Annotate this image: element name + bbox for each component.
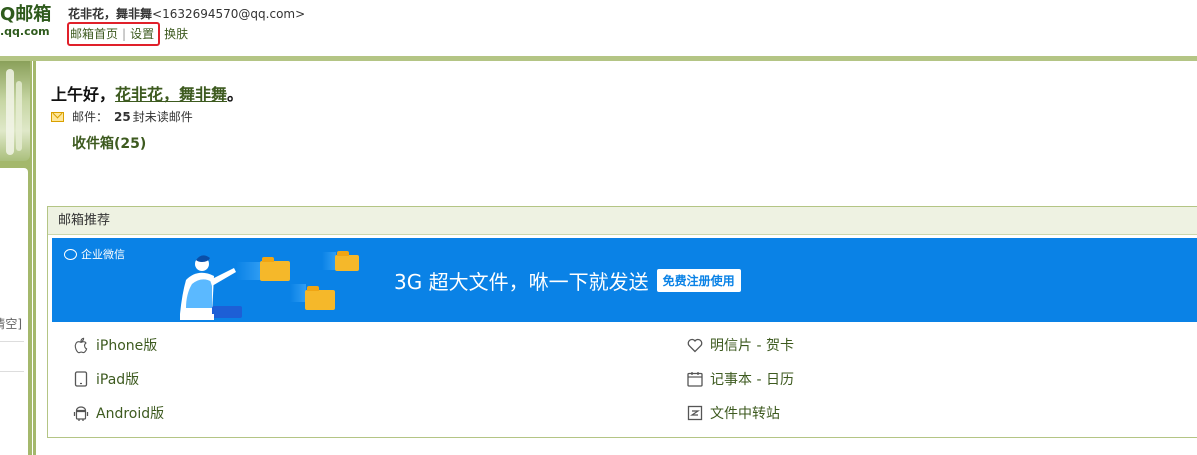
folder-icon xyxy=(335,251,359,271)
sidebar-panel: 清空] xyxy=(0,168,28,455)
iphone-label: iPhone版 xyxy=(96,338,158,354)
mail-page: Q邮箱 .qq.com 花非花，舞非舞<1632694570@qq.com> 邮… xyxy=(0,0,1197,455)
qq-mail-logo[interactable]: Q邮箱 .qq.com xyxy=(0,4,52,38)
person-illustration xyxy=(180,255,242,320)
mailbox-home-link[interactable]: 邮箱首页 xyxy=(70,27,118,41)
iphone-version-link[interactable]: iPhone版 xyxy=(72,333,157,357)
motion-trail xyxy=(290,284,306,302)
banner-headline: 3G 超大文件，咻一下就发送 免费注册使用 xyxy=(394,266,741,295)
ipad-label: iPad版 xyxy=(96,372,140,388)
sidebar-divider xyxy=(0,371,24,372)
apple-icon xyxy=(72,336,90,354)
chat-bubble-icon xyxy=(64,248,77,260)
recommend-title: 邮箱推荐 xyxy=(48,207,1197,235)
banner-headline-text: 3G 超大文件，咻一下就发送 xyxy=(394,270,649,294)
ipad-version-link[interactable]: iPad版 xyxy=(72,367,139,391)
file-transfer-icon xyxy=(686,404,704,422)
folder-icon xyxy=(305,286,335,310)
logo-domain: .qq.com xyxy=(0,25,50,38)
file-transfer-label: 文件中转站 xyxy=(710,406,780,422)
left-sidebar: 清空] xyxy=(0,61,32,455)
settings-link[interactable]: 设置 xyxy=(130,27,154,41)
recommend-box: 邮箱推荐 企业微信 3G 超大文件，咻一下就发送 免费注册使用 iPhone版 … xyxy=(47,206,1197,438)
calendar-icon xyxy=(686,370,704,388)
wework-banner[interactable]: 企业微信 3G 超大文件，咻一下就发送 免费注册使用 xyxy=(52,238,1197,322)
empty-folder-link[interactable]: 清空] xyxy=(0,315,22,332)
greeting-prefix: 上午好， xyxy=(51,85,116,104)
notepad-calendar-link[interactable]: 记事本 - 日历 xyxy=(686,367,794,391)
android-icon xyxy=(72,404,90,422)
user-info: 花非花，舞非舞<1632694570@qq.com> xyxy=(68,5,305,22)
greeting-suffix: 。 xyxy=(227,85,244,104)
unread-count: 25 xyxy=(114,109,131,124)
greeting: 上午好，花非花，舞非舞。 xyxy=(51,81,243,105)
register-button[interactable]: 免费注册使用 xyxy=(656,269,741,292)
postcard-greeting-link[interactable]: 明信片 - 贺卡 xyxy=(686,333,794,357)
logo-title: Q邮箱 xyxy=(0,4,52,25)
top-links: 邮箱首页 | 设置 换肤 xyxy=(67,22,188,46)
user-name: 花非花，舞非舞 xyxy=(68,7,153,21)
postcard-label: 明信片 - 贺卡 xyxy=(710,338,794,354)
android-label: Android版 xyxy=(96,406,165,422)
wework-logo: 企业微信 xyxy=(64,246,125,262)
highlighted-links-group: 邮箱首页 | 设置 xyxy=(67,22,161,46)
envelope-icon xyxy=(51,111,64,122)
main-panel: 上午好，花非花，舞非舞。 邮件： 25 封未读邮件 收件箱(25) 邮箱推荐 企… xyxy=(33,61,1197,455)
folder-icon xyxy=(260,257,290,281)
heart-icon xyxy=(686,336,704,354)
file-transfer-link[interactable]: 文件中转站 xyxy=(686,401,780,425)
change-skin-link[interactable]: 换肤 xyxy=(164,27,188,41)
android-version-link[interactable]: Android版 xyxy=(72,401,164,425)
sidebar-divider xyxy=(0,341,24,342)
greeting-user-name-link[interactable]: 花非花，舞非舞 xyxy=(115,85,227,104)
notepad-label: 记事本 - 日历 xyxy=(710,372,794,388)
wework-brand: 企业微信 xyxy=(81,248,125,261)
link-separator: | xyxy=(122,27,127,41)
bamboo-skin-decoration xyxy=(0,61,30,161)
inbox-link[interactable]: 收件箱(25) xyxy=(72,133,146,153)
motion-trail xyxy=(236,262,262,280)
unread-mail-link[interactable]: 封未读邮件 xyxy=(133,108,193,125)
tablet-icon xyxy=(72,370,90,388)
motion-trail xyxy=(322,252,336,270)
user-email: <1632694570@qq.com> xyxy=(152,7,306,21)
mail-label: 邮件： xyxy=(72,110,109,124)
unread-mail-summary: 邮件： 25 封未读邮件 xyxy=(51,108,193,125)
